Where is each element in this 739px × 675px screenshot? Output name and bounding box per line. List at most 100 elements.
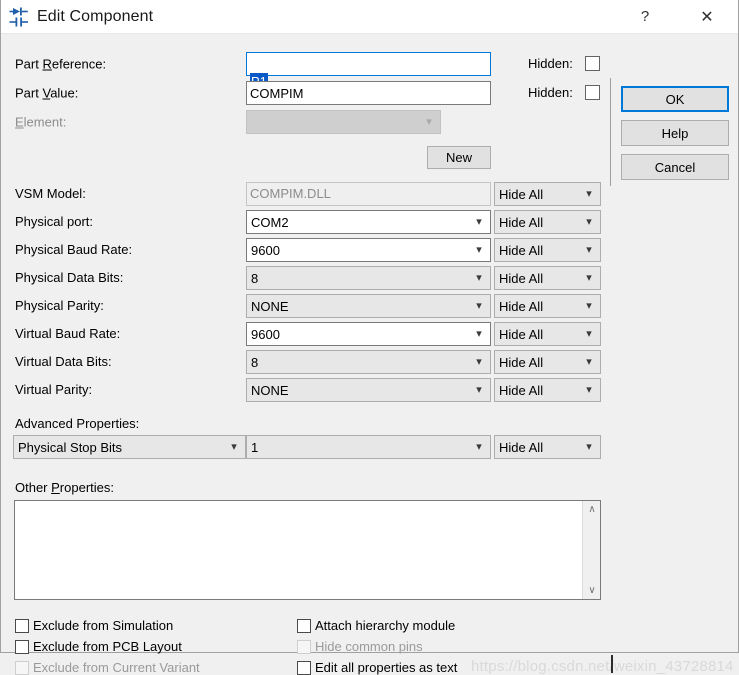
row-label-0: VSM Model: xyxy=(15,186,86,201)
chevron-down-icon: ▾ xyxy=(586,187,592,200)
advanced-property-combo[interactable]: Physical Stop Bits ▾ xyxy=(13,435,246,459)
chevron-down-icon: ▾ xyxy=(476,355,482,368)
advanced-properties-label: Advanced Properties: xyxy=(15,416,140,431)
row-combo-7[interactable]: NONE ▾ xyxy=(246,378,491,402)
row-combo-5[interactable]: 9600 ▾ xyxy=(246,322,491,346)
row-combo-value-5: 9600 xyxy=(251,326,280,342)
close-icon[interactable]: ✕ xyxy=(684,0,730,33)
row-hide-value-7: Hide All xyxy=(499,382,544,398)
row-hide-value-4: Hide All xyxy=(499,298,544,314)
new-button[interactable]: New xyxy=(427,146,491,169)
exclude-label-2: Exclude from Current Variant xyxy=(33,660,200,675)
chevron-down-icon: ▾ xyxy=(476,271,482,284)
row-combo-value-4: NONE xyxy=(251,298,289,314)
row-label-7: Virtual Parity: xyxy=(15,382,93,397)
ok-button[interactable]: OK xyxy=(621,86,729,112)
scroll-down-icon[interactable]: ∨ xyxy=(583,582,601,599)
row-combo-value-7: NONE xyxy=(251,382,289,398)
exclude-label-1[interactable]: Exclude from PCB Layout xyxy=(33,639,182,654)
row-hide-value-3: Hide All xyxy=(499,270,544,286)
option-label-1: Hide common pins xyxy=(315,639,423,654)
row-hide-combo-0[interactable]: Hide All ▾ xyxy=(494,182,601,206)
row-hide-value-2: Hide All xyxy=(499,242,544,258)
row-combo-1[interactable]: COM2 ▾ xyxy=(246,210,491,234)
row-label-6: Virtual Data Bits: xyxy=(15,354,112,369)
row-combo-6[interactable]: 8 ▾ xyxy=(246,350,491,374)
row-label-4: Physical Parity: xyxy=(15,298,104,313)
exclude-checkbox-0[interactable] xyxy=(15,619,29,633)
chevron-down-icon: ▾ xyxy=(476,215,482,228)
chevron-down-icon: ▾ xyxy=(586,327,592,340)
row-hide-combo-7[interactable]: Hide All ▾ xyxy=(494,378,601,402)
row-label-1: Physical port: xyxy=(15,214,94,229)
other-properties-label: Other Properties: xyxy=(15,480,114,495)
part-value-label: Part Value: xyxy=(15,85,79,101)
row-label-2: Physical Baud Rate: xyxy=(15,242,133,257)
row-hide-combo-6[interactable]: Hide All ▾ xyxy=(494,350,601,374)
row-combo-value-1: COM2 xyxy=(251,214,289,230)
row-hide-combo-5[interactable]: Hide All ▾ xyxy=(494,322,601,346)
help-button[interactable]: Help xyxy=(621,120,729,146)
row-combo-3[interactable]: 8 ▾ xyxy=(246,266,491,290)
other-properties-textarea[interactable] xyxy=(15,501,582,599)
chevron-down-icon: ▾ xyxy=(586,299,592,312)
option-checkbox-2[interactable] xyxy=(297,661,311,675)
exclude-checkbox-1[interactable] xyxy=(15,640,29,654)
row-hide-value-1: Hide All xyxy=(499,214,544,230)
chevron-down-icon: ▾ xyxy=(586,383,592,396)
part-reference-hidden-checkbox[interactable] xyxy=(585,56,600,71)
exclude-checkbox-2 xyxy=(15,661,29,675)
dialog-body: Part Reference: P1 Hidden: Part Value: H… xyxy=(1,34,738,675)
row-combo-value-6: 8 xyxy=(251,354,259,370)
chevron-down-icon: ▾ xyxy=(586,243,592,256)
exclude-label-0[interactable]: Exclude from Simulation xyxy=(33,618,173,633)
option-label-0[interactable]: Attach hierarchy module xyxy=(315,618,455,633)
row-hide-combo-2[interactable]: Hide All ▾ xyxy=(494,238,601,262)
component-icon xyxy=(9,6,31,28)
option-checkbox-0[interactable] xyxy=(297,619,311,633)
row-hide-combo-1[interactable]: Hide All ▾ xyxy=(494,210,601,234)
title-bar: Edit Component ? ✕ xyxy=(1,0,738,34)
row-hide-combo-4[interactable]: Hide All ▾ xyxy=(494,294,601,318)
row-combo-2[interactable]: 9600 ▾ xyxy=(246,238,491,262)
row-hide-value-6: Hide All xyxy=(499,354,544,370)
button-separator xyxy=(610,78,611,186)
chevron-down-icon: ▾ xyxy=(586,271,592,284)
row-combo-4[interactable]: NONE ▾ xyxy=(246,294,491,318)
part-value-input[interactable] xyxy=(246,81,491,105)
row-combo-value-2: 9600 xyxy=(251,242,280,258)
chevron-down-icon: ▾ xyxy=(231,440,237,453)
row-label-5: Virtual Baud Rate: xyxy=(15,326,121,341)
edit-component-dialog: Edit Component ? ✕ Part Reference: P1 Hi… xyxy=(0,0,739,675)
other-properties-scrollbar[interactable]: ∧ ∨ xyxy=(582,501,600,599)
part-reference-row: Part Reference: P1 Hidden: xyxy=(1,52,738,90)
advanced-value-combo[interactable]: 1 ▾ xyxy=(246,435,491,459)
row-hide-value-0: Hide All xyxy=(499,186,544,202)
row-value-0: COMPIM.DLL xyxy=(246,182,491,206)
chevron-down-icon: ▾ xyxy=(476,243,482,256)
window-title: Edit Component xyxy=(37,7,154,25)
row-combo-value-3: 8 xyxy=(251,270,259,286)
watermark-text: https://blog.csdn.net/weixin_43728814 xyxy=(471,658,734,675)
advanced-hide-combo[interactable]: Hide All ▾ xyxy=(494,435,601,459)
scroll-up-icon[interactable]: ∧ xyxy=(583,501,601,518)
text-caret xyxy=(611,655,613,673)
chevron-down-icon: ▾ xyxy=(426,115,432,128)
cancel-button[interactable]: Cancel xyxy=(621,154,729,180)
chevron-down-icon: ▾ xyxy=(476,327,482,340)
part-reference-input[interactable] xyxy=(246,52,491,76)
chevron-down-icon: ▾ xyxy=(476,440,482,453)
chevron-down-icon: ▾ xyxy=(476,299,482,312)
row-hide-combo-3[interactable]: Hide All ▾ xyxy=(494,266,601,290)
element-combo[interactable]: ▾ xyxy=(246,110,441,134)
part-value-hidden-checkbox[interactable] xyxy=(585,85,600,100)
part-reference-hidden-label: Hidden: xyxy=(528,56,573,71)
titlebar-help-button[interactable]: ? xyxy=(622,0,668,33)
chevron-down-icon: ▾ xyxy=(586,215,592,228)
element-label: Element: xyxy=(15,114,67,130)
row-label-3: Physical Data Bits: xyxy=(15,270,124,285)
other-properties-box: ∧ ∨ xyxy=(14,500,601,600)
part-reference-label: Part Reference: xyxy=(15,56,107,72)
chevron-down-icon: ▾ xyxy=(586,440,592,453)
option-label-2[interactable]: Edit all properties as text xyxy=(315,660,457,675)
